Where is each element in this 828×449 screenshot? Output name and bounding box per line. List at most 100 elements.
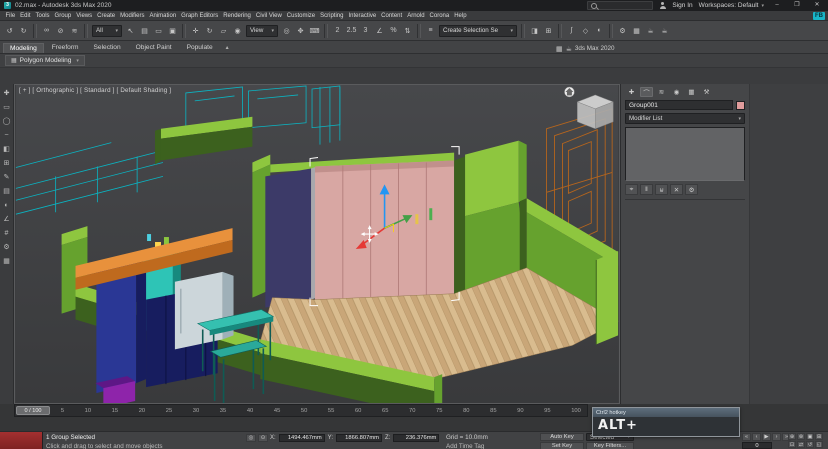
toolbar-thumb-icon[interactable]: ▦: [556, 45, 563, 53]
object-name-field[interactable]: Group001: [625, 100, 733, 110]
zoom-icon[interactable]: ⊕: [788, 433, 796, 440]
isolate-selection-toggle[interactable]: ◎: [246, 434, 256, 442]
modifier-stack[interactable]: [625, 127, 745, 181]
left-toolbar-icon[interactable]: ⚙: [3, 244, 9, 252]
zoom-all-icon[interactable]: ⊛: [797, 433, 805, 440]
select-by-name-icon[interactable]: ▤: [138, 24, 151, 37]
maxscript-mini-listener[interactable]: [0, 432, 43, 449]
selection-filter-dropdown[interactable]: All: [92, 25, 122, 37]
bind-to-space-warp-icon[interactable]: ≋: [68, 24, 81, 37]
left-toolbar-icon[interactable]: #: [5, 230, 9, 238]
left-toolbar-icon[interactable]: ◐: [4, 202, 8, 210]
menu-item[interactable]: Create: [95, 13, 118, 19]
maximize-button[interactable]: ❐: [790, 1, 804, 10]
left-toolbar-icon[interactable]: ~: [4, 132, 8, 140]
counter-item[interactable]: [147, 234, 151, 241]
modifier-list-dropdown[interactable]: Modifier List: [625, 113, 745, 124]
auto-key-button[interactable]: Auto Key: [540, 433, 584, 441]
angle-snap-icon[interactable]: ∠: [373, 24, 386, 37]
select-and-scale-icon[interactable]: ▱: [217, 24, 230, 37]
viewcube-home-icon[interactable]: [564, 87, 574, 97]
pin-stack-icon[interactable]: ⌖: [625, 184, 638, 195]
ribbon-tab[interactable]: Freeform: [45, 42, 86, 53]
previous-frame-icon[interactable]: ‹: [752, 433, 761, 441]
display-tab-icon[interactable]: ▦: [685, 87, 698, 97]
menu-item[interactable]: Help: [452, 13, 469, 19]
menu-item[interactable]: Arnold: [405, 13, 427, 19]
redo-icon[interactable]: ↻: [17, 24, 30, 37]
orbit-icon[interactable]: ↺: [806, 441, 814, 448]
make-unique-icon[interactable]: ⊎: [655, 184, 668, 195]
left-toolbar-icon[interactable]: ✎: [4, 174, 10, 182]
menu-item[interactable]: Corona: [427, 13, 452, 19]
modify-tab-icon[interactable]: ⌒: [640, 87, 653, 97]
left-toolbar-icon[interactable]: ◧: [3, 146, 10, 154]
create-tab-icon[interactable]: ✚: [625, 87, 638, 97]
material-editor-icon[interactable]: ◐: [593, 24, 606, 37]
left-toolbar-icon[interactable]: ◯: [3, 118, 11, 126]
select-and-rotate-icon[interactable]: ↻: [203, 24, 216, 37]
rendered-frame-window-icon[interactable]: ▦: [630, 24, 643, 37]
configure-modifier-sets-icon[interactable]: ⚙: [685, 184, 698, 195]
spinner-snap-icon[interactable]: ⇅: [401, 24, 414, 37]
utilities-tab-icon[interactable]: ⚒: [700, 87, 713, 97]
menu-item[interactable]: File: [3, 13, 18, 19]
time-slider[interactable]: 0 / 100: [16, 406, 50, 415]
door-handle-green[interactable]: [429, 208, 432, 220]
select-and-move-icon[interactable]: ✛: [189, 24, 202, 37]
remove-modifier-icon[interactable]: ✕: [670, 184, 683, 195]
left-toolbar-icon[interactable]: ▦: [3, 258, 10, 266]
ribbon-tab[interactable]: Object Paint: [129, 42, 179, 53]
left-toolbar-icon[interactable]: ▤: [3, 188, 10, 196]
x-coordinate-field[interactable]: 1494.467mm: [279, 434, 325, 442]
hierarchy-tab-icon[interactable]: ≋: [655, 87, 668, 97]
menu-item[interactable]: Tools: [33, 13, 52, 19]
minimize-button[interactable]: –: [770, 1, 784, 10]
menu-item[interactable]: Interactive: [346, 13, 379, 19]
workspaces-dropdown[interactable]: Workspaces: Default: [699, 2, 764, 9]
polygon-modeling-panel[interactable]: ▦ Polygon Modeling: [5, 55, 85, 66]
render-iterative-icon[interactable]: ☕: [658, 24, 671, 37]
viewport-scene[interactable]: [15, 85, 619, 403]
viewport[interactable]: [ + ] [ Orthographic ] [ Standard ] [ De…: [14, 84, 620, 404]
use-pivot-point-center-icon[interactable]: ◎: [280, 24, 293, 37]
track-bar[interactable]: 0510152025303540455055606570758085909510…: [14, 404, 588, 417]
left-toolbar-icon[interactable]: ✚: [4, 90, 10, 98]
timeline-ruler[interactable]: 0510152025303540455055606570758085909510…: [37, 405, 581, 416]
select-and-place-icon[interactable]: ◉: [231, 24, 244, 37]
zoom-extents-icon[interactable]: ▣: [806, 433, 814, 440]
menu-item[interactable]: Scripting: [318, 13, 346, 19]
door-handle-yellow[interactable]: [415, 214, 418, 224]
keyboard-shortcut-override-icon[interactable]: ⌨: [308, 24, 321, 37]
show-end-result-icon[interactable]: ‖: [640, 184, 653, 195]
left-toolbar-icon[interactable]: ∠: [3, 216, 9, 224]
key-filters-button[interactable]: Key Filters...: [586, 442, 634, 449]
menu-item[interactable]: Content: [379, 13, 405, 19]
object-color-swatch[interactable]: [736, 101, 745, 110]
rectangular-selection-region-icon[interactable]: ▭: [152, 24, 165, 37]
menu-item[interactable]: Views: [74, 13, 95, 19]
current-frame-field[interactable]: 0: [742, 442, 772, 449]
reference-coordinate-system-dropdown[interactable]: View: [246, 25, 278, 37]
fridge[interactable]: [175, 272, 223, 350]
percent-snap-icon[interactable]: %: [387, 24, 400, 37]
next-frame-icon[interactable]: ›: [772, 433, 781, 441]
right-return-wall[interactable]: [596, 251, 618, 344]
ribbon-tab[interactable]: Populate: [180, 42, 220, 53]
menu-item[interactable]: Edit: [18, 13, 33, 19]
snap-toggle-25d-icon[interactable]: 2.5: [345, 24, 358, 37]
motion-tab-icon[interactable]: ◉: [670, 87, 683, 97]
ribbon-tab[interactable]: Modeling: [3, 43, 44, 53]
close-button[interactable]: ✕: [810, 1, 824, 10]
curve-editor-icon[interactable]: ∫: [565, 24, 578, 37]
menu-item[interactable]: Rendering: [221, 13, 254, 19]
menu-item[interactable]: Customize: [284, 13, 317, 19]
viewport-label[interactable]: [ + ] [ Orthographic ] [ Standard ] [ De…: [19, 87, 171, 94]
zoom-extents-all-icon[interactable]: ⊞: [815, 433, 823, 440]
render-teapot-icon[interactable]: ☕: [566, 45, 572, 53]
ribbon-minimize-icon[interactable]: ▴: [226, 44, 229, 51]
zoom-region-icon[interactable]: ⊡: [788, 441, 796, 448]
add-time-tag[interactable]: Add Time Tag: [446, 443, 484, 449]
menu-item[interactable]: Civil View: [253, 13, 284, 19]
render-production-icon[interactable]: ☕: [644, 24, 657, 37]
